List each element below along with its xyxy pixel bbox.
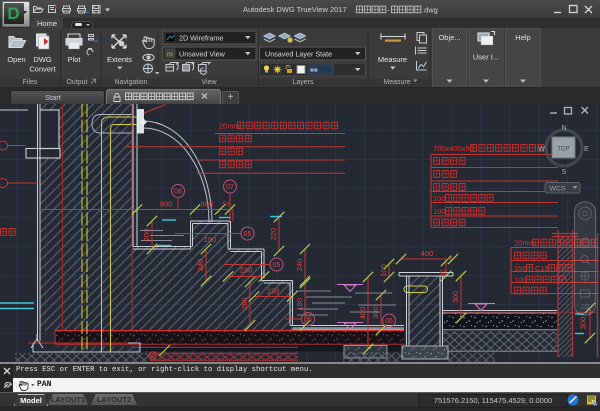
svg-text:Convert: Convert — [29, 65, 56, 74]
svg-text:WCS: WCS — [550, 186, 566, 193]
svg-text:220: 220 — [269, 228, 278, 241]
svg-text:700x400x50: 700x400x50 — [433, 144, 474, 153]
svg-text:Files: Files — [23, 79, 38, 86]
svg-text:400: 400 — [421, 249, 434, 258]
svg-text:200: 200 — [142, 229, 151, 242]
svg-text:.dwg: .dwg — [422, 6, 438, 15]
svg-text:TOP: TOP — [557, 147, 569, 153]
svg-text:240: 240 — [295, 259, 304, 272]
svg-text:N: N — [561, 125, 566, 132]
svg-text:05: 05 — [273, 262, 281, 269]
svg-text:■■: ■■ — [310, 67, 318, 74]
svg-text:Navigation: Navigation — [114, 79, 147, 86]
svg-text:20mm: 20mm — [514, 239, 535, 248]
svg-text:Extents: Extents — [107, 55, 132, 64]
svg-text:W: W — [538, 146, 545, 153]
svg-text:06: 06 — [385, 318, 393, 325]
svg-text:m: m — [167, 52, 173, 59]
svg-text:-: - — [387, 6, 390, 15]
svg-text:Unsaved View: Unsaved View — [179, 50, 226, 59]
svg-text:190: 190 — [204, 235, 217, 244]
svg-text:240: 240 — [196, 259, 205, 272]
svg-text:Output: Output — [66, 79, 87, 86]
svg-text:08: 08 — [174, 189, 182, 196]
svg-text:Layers: Layers — [292, 79, 314, 86]
svg-text:View: View — [201, 79, 217, 86]
svg-text:DWG: DWG — [33, 55, 51, 64]
svg-text:User I...: User I... — [473, 53, 499, 62]
svg-text:300: 300 — [451, 291, 460, 304]
svg-text:50: 50 — [439, 270, 447, 277]
svg-text:190: 190 — [295, 298, 304, 311]
svg-text:Plot: Plot — [68, 55, 82, 64]
svg-text:20mm: 20mm — [219, 122, 240, 131]
svg-text:500: 500 — [201, 200, 214, 209]
svg-text:900: 900 — [160, 200, 173, 209]
svg-text:230: 230 — [240, 266, 253, 275]
svg-text:07: 07 — [226, 184, 234, 191]
svg-text:100: 100 — [514, 276, 527, 285]
svg-text:E: E — [584, 146, 589, 153]
svg-text:300: 300 — [371, 306, 380, 319]
svg-text:300: 300 — [579, 317, 588, 330]
svg-text:06: 06 — [304, 317, 312, 324]
svg-text:100: 100 — [379, 264, 388, 277]
svg-text:Obje...: Obje... — [438, 33, 460, 42]
svg-text:2D Wireframe: 2D Wireframe — [179, 34, 223, 43]
svg-text:Help: Help — [515, 33, 530, 42]
svg-text:Measure: Measure — [378, 55, 407, 64]
svg-text:Measure: Measure — [383, 79, 410, 86]
svg-text:Unsaved Layer State: Unsaved Layer State — [265, 50, 332, 59]
svg-text:100: 100 — [433, 207, 446, 216]
svg-text:Open: Open — [7, 55, 25, 64]
svg-text:S: S — [562, 169, 567, 176]
svg-text:230: 230 — [267, 287, 280, 296]
svg-text:05: 05 — [244, 231, 252, 238]
svg-text:50: 50 — [223, 201, 230, 208]
svg-text:280: 280 — [240, 297, 249, 310]
svg-text:100: 100 — [433, 194, 446, 203]
svg-text:400: 400 — [358, 307, 367, 320]
